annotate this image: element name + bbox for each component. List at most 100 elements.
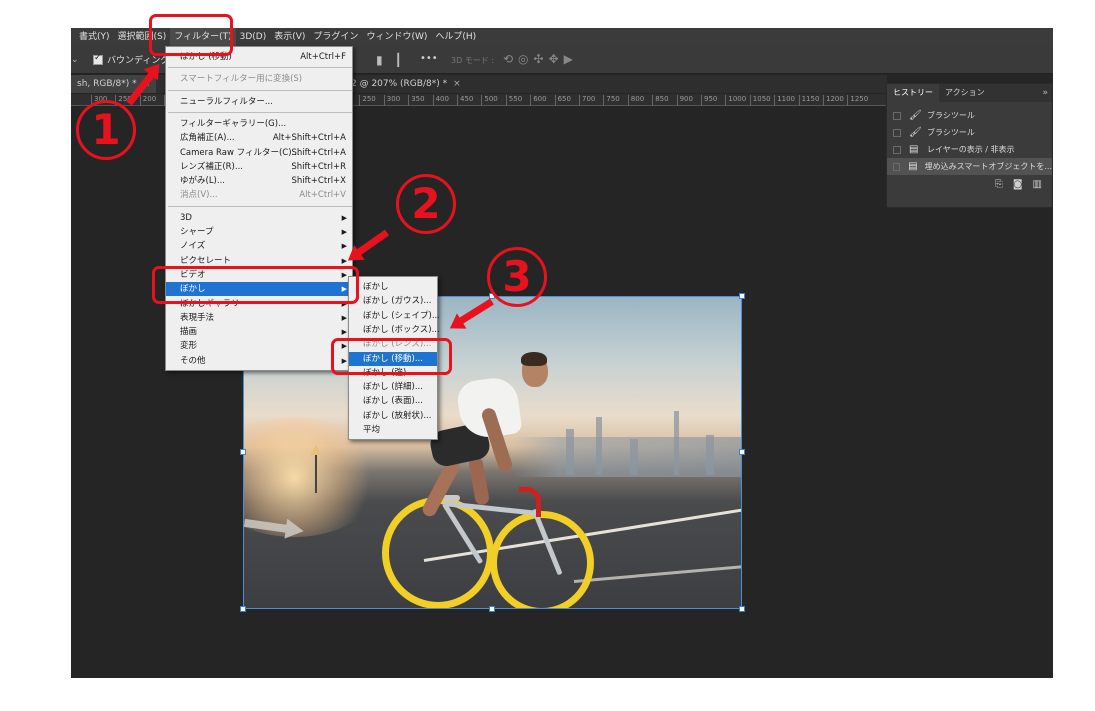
ruler-tick: 900 [676,95,693,106]
blur-submenu-item[interactable]: ぼかし (放射状)... [349,409,437,423]
tab-label: sh, RGB/8*) * [77,79,137,89]
filter-menu-item[interactable]: 3D ▶ [166,211,352,225]
menu-item-label: ぼかし (表面)... [363,396,423,407]
skyline-tower [566,429,574,475]
filter-menu-item[interactable]: フィルターギャラリー(G)... [166,117,352,131]
transform-handle[interactable] [240,606,246,612]
menu-item-label: ぼかし (詳細)... [363,382,423,393]
transform-handle[interactable] [739,449,745,455]
filter-menu-item[interactable]: Camera Raw フィルター(C)... Shift+Ctrl+A [166,146,352,160]
ruler-tick: 700 [579,95,595,106]
menu-item-label: 表現手法 [180,312,215,323]
transform-handle[interactable] [240,449,246,455]
document-icon: ▤ [909,144,919,155]
filter-menu-item[interactable]: ゆがみ(L)... Shift+Ctrl+X [166,174,352,188]
ruler-tick: 500 [481,95,498,106]
menu-item-label: ぼかし (ガウス)... [363,296,432,307]
photoshop-window: 書式(Y) 選択範囲(S) フィルター(T) 3D(D) 表示(V) プラグイン… [71,28,1053,678]
history-panel: ヒストリー アクション » 🖌 ブラシツール 🖌 ブラシツール ▤ レイヤーの表… [886,83,1053,208]
skyline-tower [706,435,714,475]
annotation-number-2: 2 [396,174,456,234]
filter-menu-item[interactable]: 描画 ▶ [166,325,352,339]
snapshot-checkbox[interactable] [893,162,901,171]
blur-submenu-item[interactable]: ぼかし (シェイプ)... [349,309,440,323]
snapshot-checkbox[interactable] [893,128,901,137]
submenu-arrow-icon: ▶ [341,213,347,222]
menu-help[interactable]: ヘルプ(H) [431,28,480,46]
history-state[interactable]: ▤ レイヤーの表示 / 非表示 [887,141,1052,158]
filter-menu-item[interactable]: ニューラルフィルター... [166,95,352,109]
ruler-tick: 350 [408,95,425,106]
blur-submenu-item[interactable]: ぼかし [349,280,437,294]
filter-menu-item[interactable]: 変形 ▶ [166,339,352,353]
menu-item-label: ぼかし (ボックス)... [363,324,440,335]
menu-format[interactable]: 書式(Y) [75,28,114,46]
menu-item-shortcut: Alt+Ctrl+F [300,52,346,62]
bike-handlebar [519,487,541,517]
blur-submenu-item[interactable]: ぼかし (ボックス)... [349,323,440,337]
filter-menu-item[interactable]: スマートフィルター用に変換(S) [166,72,352,86]
menu-3d[interactable]: 3D(D) [236,28,271,46]
menu-plugins[interactable]: プラグイン [309,28,362,46]
annotation-highlight-motion-blur [331,338,452,375]
filter-menu-item[interactable]: 表現手法 ▶ [166,311,352,325]
ruler-tick: 850 [652,95,669,106]
blur-submenu-item[interactable]: 平均 [349,423,437,437]
tab-document-2[interactable]: 2 @ 207% (RGB/8*) * × [351,75,461,93]
new-doc-from-state-icon[interactable]: ⎘ [995,179,1003,190]
snapshot-checkbox[interactable] [893,111,901,120]
menu-item-label: ニューラルフィルター... [180,96,273,107]
submenu-arrow-icon: ▶ [341,313,347,322]
transform-handle[interactable] [739,606,745,612]
menu-window[interactable]: ウィンドウ(W) [362,28,431,46]
transform-handle[interactable] [489,606,495,612]
panel-menu-icon[interactable]: » [1042,88,1052,98]
ruler-tick: 1000 [725,95,746,106]
align-center-icon[interactable]: ┃ [395,53,402,67]
menu-item-label: ぼかし (シェイプ)... [363,310,440,321]
menu-view[interactable]: 表示(V) [270,28,309,46]
tab-history[interactable]: ヒストリー [887,84,939,102]
skyline-tower [630,439,638,475]
close-icon[interactable]: × [453,79,461,89]
menu-item-label: 消点(V)... [180,190,218,201]
snapshot-checkbox[interactable] [893,145,901,154]
filter-menu-item[interactable]: 広角補正(A)... Alt+Shift+Ctrl+A [166,131,352,145]
align-left-icon[interactable]: ▮ [376,53,383,67]
filter-menu-item[interactable]: シャープ ▶ [166,225,352,239]
menu-separator [168,205,352,207]
menu-item-label: フィルターギャラリー(G)... [180,118,287,129]
chevron-down-icon[interactable]: ⌄ [71,55,81,65]
tab-actions[interactable]: アクション [939,84,991,102]
skyline-tower [596,417,602,475]
menu-item-label: レンズ補正(R)... [180,161,243,172]
filter-menu-item[interactable]: その他 ▶ [166,354,352,368]
blur-submenu-item[interactable]: ぼかし (ガウス)... [349,294,437,308]
menu-item-label: ぼかし [363,282,389,292]
bounding-box-checkbox[interactable] [93,53,103,65]
filter-menu-item[interactable]: ノイズ ▶ [166,239,352,253]
history-state[interactable]: 🖌 ブラシツール [887,124,1052,141]
ruler-tick: 250 [359,95,376,106]
blur-submenu-item[interactable]: ぼかし (表面)... [349,394,437,408]
menu-item-label: ぼかし (放射状)... [363,410,432,421]
menu-item-label: 平均 [363,425,381,435]
blur-submenu-item[interactable]: ぼかし (詳細)... [349,380,437,394]
filter-menu-item[interactable]: 消点(V)... Alt+Ctrl+V [166,188,352,202]
annotation-number-3: 3 [487,247,547,307]
submenu-arrow-icon: ▶ [341,228,347,236]
history-state[interactable]: 🖌 ブラシツール [887,107,1052,124]
ruler-tick: 300 [383,95,400,106]
ruler-tick: 950 [701,95,717,106]
camera-icon[interactable]: ◙ [1013,179,1023,190]
more-options-icon[interactable]: ••• [420,53,438,64]
filter-menu-item[interactable]: レンズ補正(R)... Shift+Ctrl+R [166,160,352,174]
menu-item-shortcut: Shift+Ctrl+A [291,147,346,158]
transform-handle[interactable] [739,293,745,299]
trash-icon[interactable]: ▥ [1033,179,1042,190]
submenu-arrow-icon: ▶ [341,328,347,337]
menu-item-label: 3D [180,212,192,223]
menu-item-label: Camera Raw フィルター(C)... [180,147,300,158]
history-state-current[interactable]: ▤ 埋め込みスマートオブジェクトを... [887,158,1052,175]
history-label: ブラシツール [927,128,975,137]
